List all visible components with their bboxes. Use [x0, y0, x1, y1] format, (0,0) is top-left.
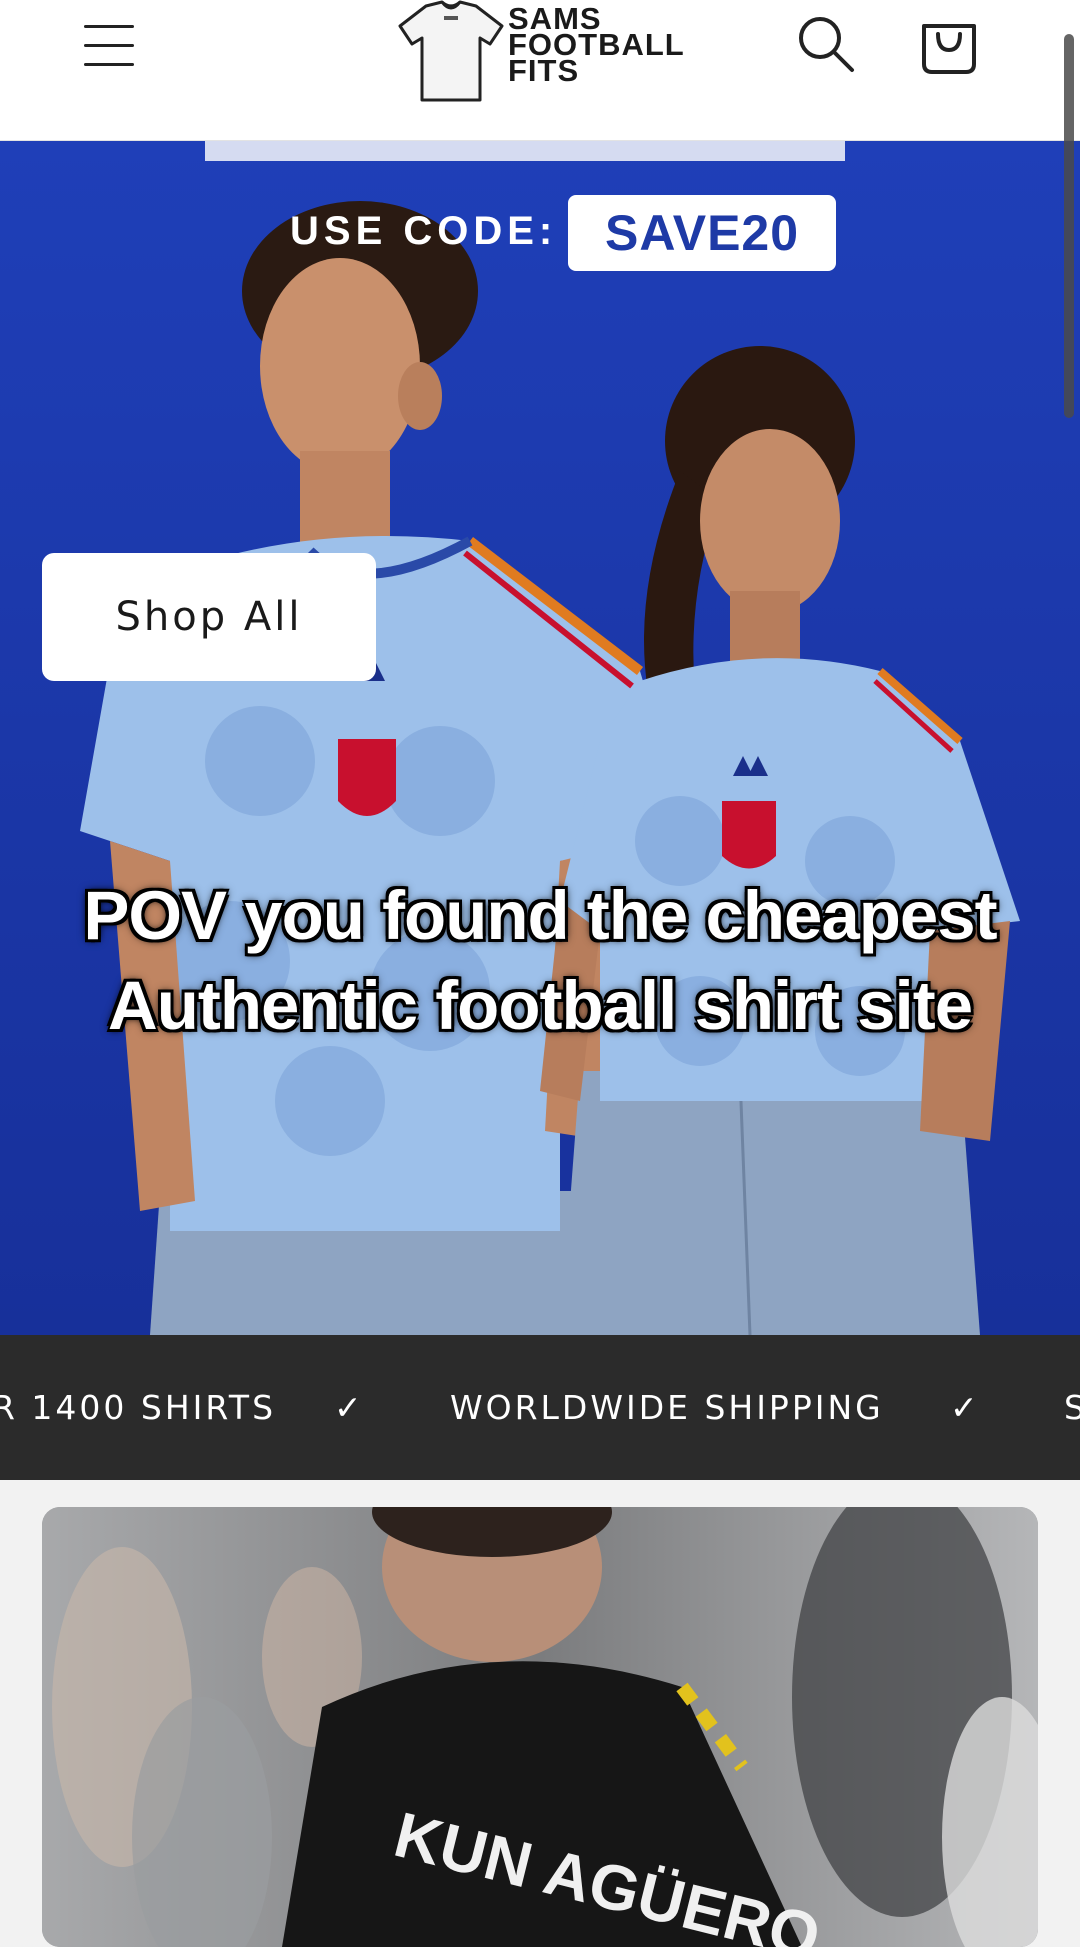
checkmark-icon: ✓: [950, 1388, 981, 1427]
marquee-item-next: S: [1064, 1388, 1080, 1427]
promo-code-banner: USE CODE: SAVE20: [0, 187, 1080, 271]
promo-code-badge: SAVE20: [568, 195, 836, 271]
video-caption: POV you found the cheapest Authentic foo…: [0, 871, 1080, 1051]
hero-models-image: [80, 141, 1020, 1335]
page-scrollbar[interactable]: [1064, 34, 1074, 418]
caption-line-1: POV you found the cheapest: [83, 877, 997, 954]
shopping-bag-icon[interactable]: [918, 14, 980, 76]
site-header: SAMS FOOTBALL FITS: [0, 0, 1080, 141]
logo-wordmark: SAMS FOOTBALL FITS: [508, 1, 685, 88]
shop-all-button[interactable]: Shop All: [42, 553, 376, 681]
featured-image-card[interactable]: KUN AGÜERO: [42, 1507, 1038, 1947]
marquee-item-shirts: R 1400 SHIRTS: [0, 1388, 277, 1427]
site-logo[interactable]: SAMS FOOTBALL FITS: [396, 0, 696, 108]
benefits-marquee: R 1400 SHIRTS ✓ WORLDWIDE SHIPPING ✓ S: [0, 1335, 1080, 1480]
featured-photo: KUN AGÜERO: [42, 1507, 1038, 1947]
tshirt-logo-icon: [398, 0, 504, 102]
hero-banner: USE CODE: SAVE20 Shop All POV you found …: [0, 141, 1080, 1335]
promo-label: USE CODE:: [290, 209, 558, 253]
search-icon[interactable]: [796, 14, 856, 74]
hamburger-menu-icon[interactable]: [80, 20, 140, 72]
checkmark-icon: ✓: [334, 1388, 365, 1427]
caption-line-2: Authentic football shirt site: [107, 967, 973, 1044]
marquee-item-shipping: WORLDWIDE SHIPPING: [450, 1388, 884, 1427]
